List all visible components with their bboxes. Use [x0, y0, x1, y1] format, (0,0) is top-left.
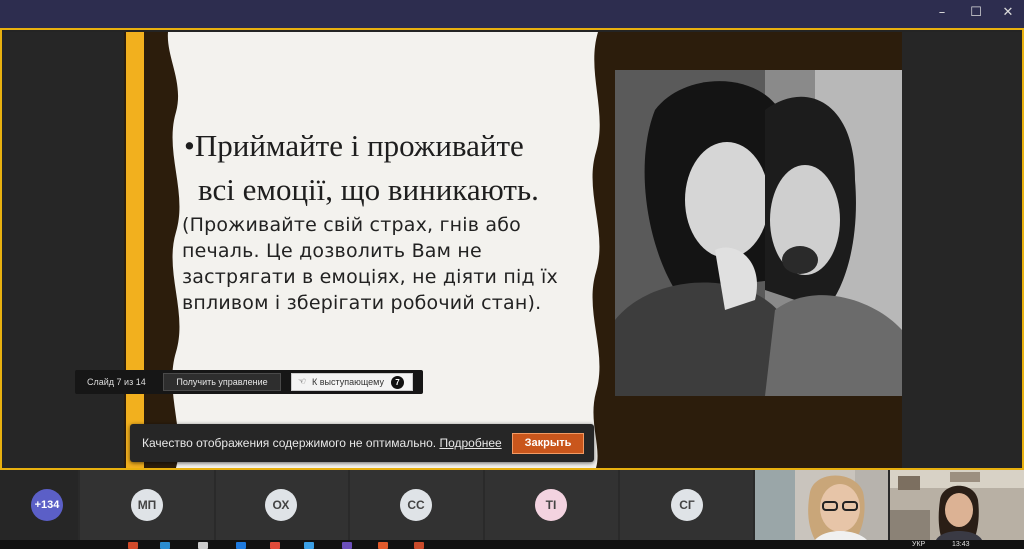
take-control-button[interactable]: Получить управление [163, 373, 281, 391]
slide-body-text: (Проживайте свій страх, гнів або печаль.… [182, 214, 558, 314]
close-window-icon[interactable]: ✕ [990, 0, 1024, 28]
participant-avatar: СГ [671, 489, 703, 521]
keyboard-language[interactable]: УКР [912, 540, 925, 549]
minimize-icon[interactable]: – [924, 0, 960, 28]
left-letterbox [2, 32, 124, 468]
app-icon[interactable] [198, 542, 208, 549]
app-icon[interactable] [128, 542, 138, 549]
presentation-slide: •Приймайте і проживайте всі емоції, що в… [124, 32, 902, 468]
participant-avatar: ОХ [265, 489, 297, 521]
slide-photo [615, 70, 902, 396]
clock-time[interactable]: 13:43 [952, 540, 970, 549]
participant-tile[interactable]: СГ [620, 470, 753, 540]
learn-more-link[interactable]: Подробнее [439, 436, 501, 450]
notification-message: Качество отображения содержимого не опти… [142, 436, 437, 450]
participant-tile[interactable]: ОХ [216, 470, 348, 540]
video-feed-woman-glasses [755, 470, 888, 540]
slide-heading-line-2: всі емоції, що виникають. [198, 172, 539, 207]
app-icon[interactable] [160, 542, 170, 549]
maximize-icon[interactable]: ☐ [958, 0, 994, 28]
women-photo-illustration [615, 70, 902, 396]
app-icon[interactable] [236, 542, 246, 549]
app-icon[interactable] [342, 542, 352, 549]
participant-video-2[interactable] [890, 470, 1024, 540]
participant-avatar: TI [535, 489, 567, 521]
app-icon[interactable] [304, 542, 314, 549]
return-to-presenter-label: К выступающему [312, 377, 384, 387]
slide-heading: •Приймайте і проживайте всі емоції, що в… [184, 124, 584, 212]
notification-text: Качество отображения содержимого не опти… [142, 424, 502, 462]
participant-tile[interactable]: TI [485, 470, 618, 540]
participant-video-1[interactable] [755, 470, 888, 540]
quality-notification: Качество отображения содержимого не опти… [130, 424, 594, 462]
slide-counter: Слайд 7 из 14 [87, 377, 146, 387]
right-letterbox [902, 32, 1022, 468]
app-icon[interactable] [414, 542, 424, 549]
shared-screen: •Приймайте і проживайте всі емоції, що в… [0, 28, 1024, 470]
app-icon[interactable] [270, 542, 280, 549]
shortcut-badge: 7 [391, 376, 404, 389]
app-icon[interactable] [378, 542, 388, 549]
return-to-presenter-button[interactable]: ☜ К выступающему 7 [291, 373, 413, 391]
video-feed-woman-room [890, 470, 1024, 540]
more-participants-avatar: +134 [31, 489, 63, 521]
presenter-toolbar: Слайд 7 из 14 Получить управление ☜ К вы… [75, 370, 423, 394]
participant-avatar: СС [400, 489, 432, 521]
participant-tile[interactable]: МП [80, 470, 214, 540]
slide-heading-line-1: •Приймайте і проживайте [184, 128, 524, 163]
participants-strip: +134 МП ОХ СС TI СГ [0, 470, 1024, 540]
participant-tile[interactable]: СС [350, 470, 483, 540]
participant-avatar: МП [131, 489, 163, 521]
hand-pointer-icon: ☜ [298, 377, 307, 387]
more-participants-tile[interactable]: +134 [0, 470, 78, 540]
window-title-bar: – ☐ ✕ [0, 0, 1024, 28]
close-notification-button[interactable]: Закрыть [512, 433, 584, 454]
taskbar: УКР 13:43 [0, 540, 1024, 549]
